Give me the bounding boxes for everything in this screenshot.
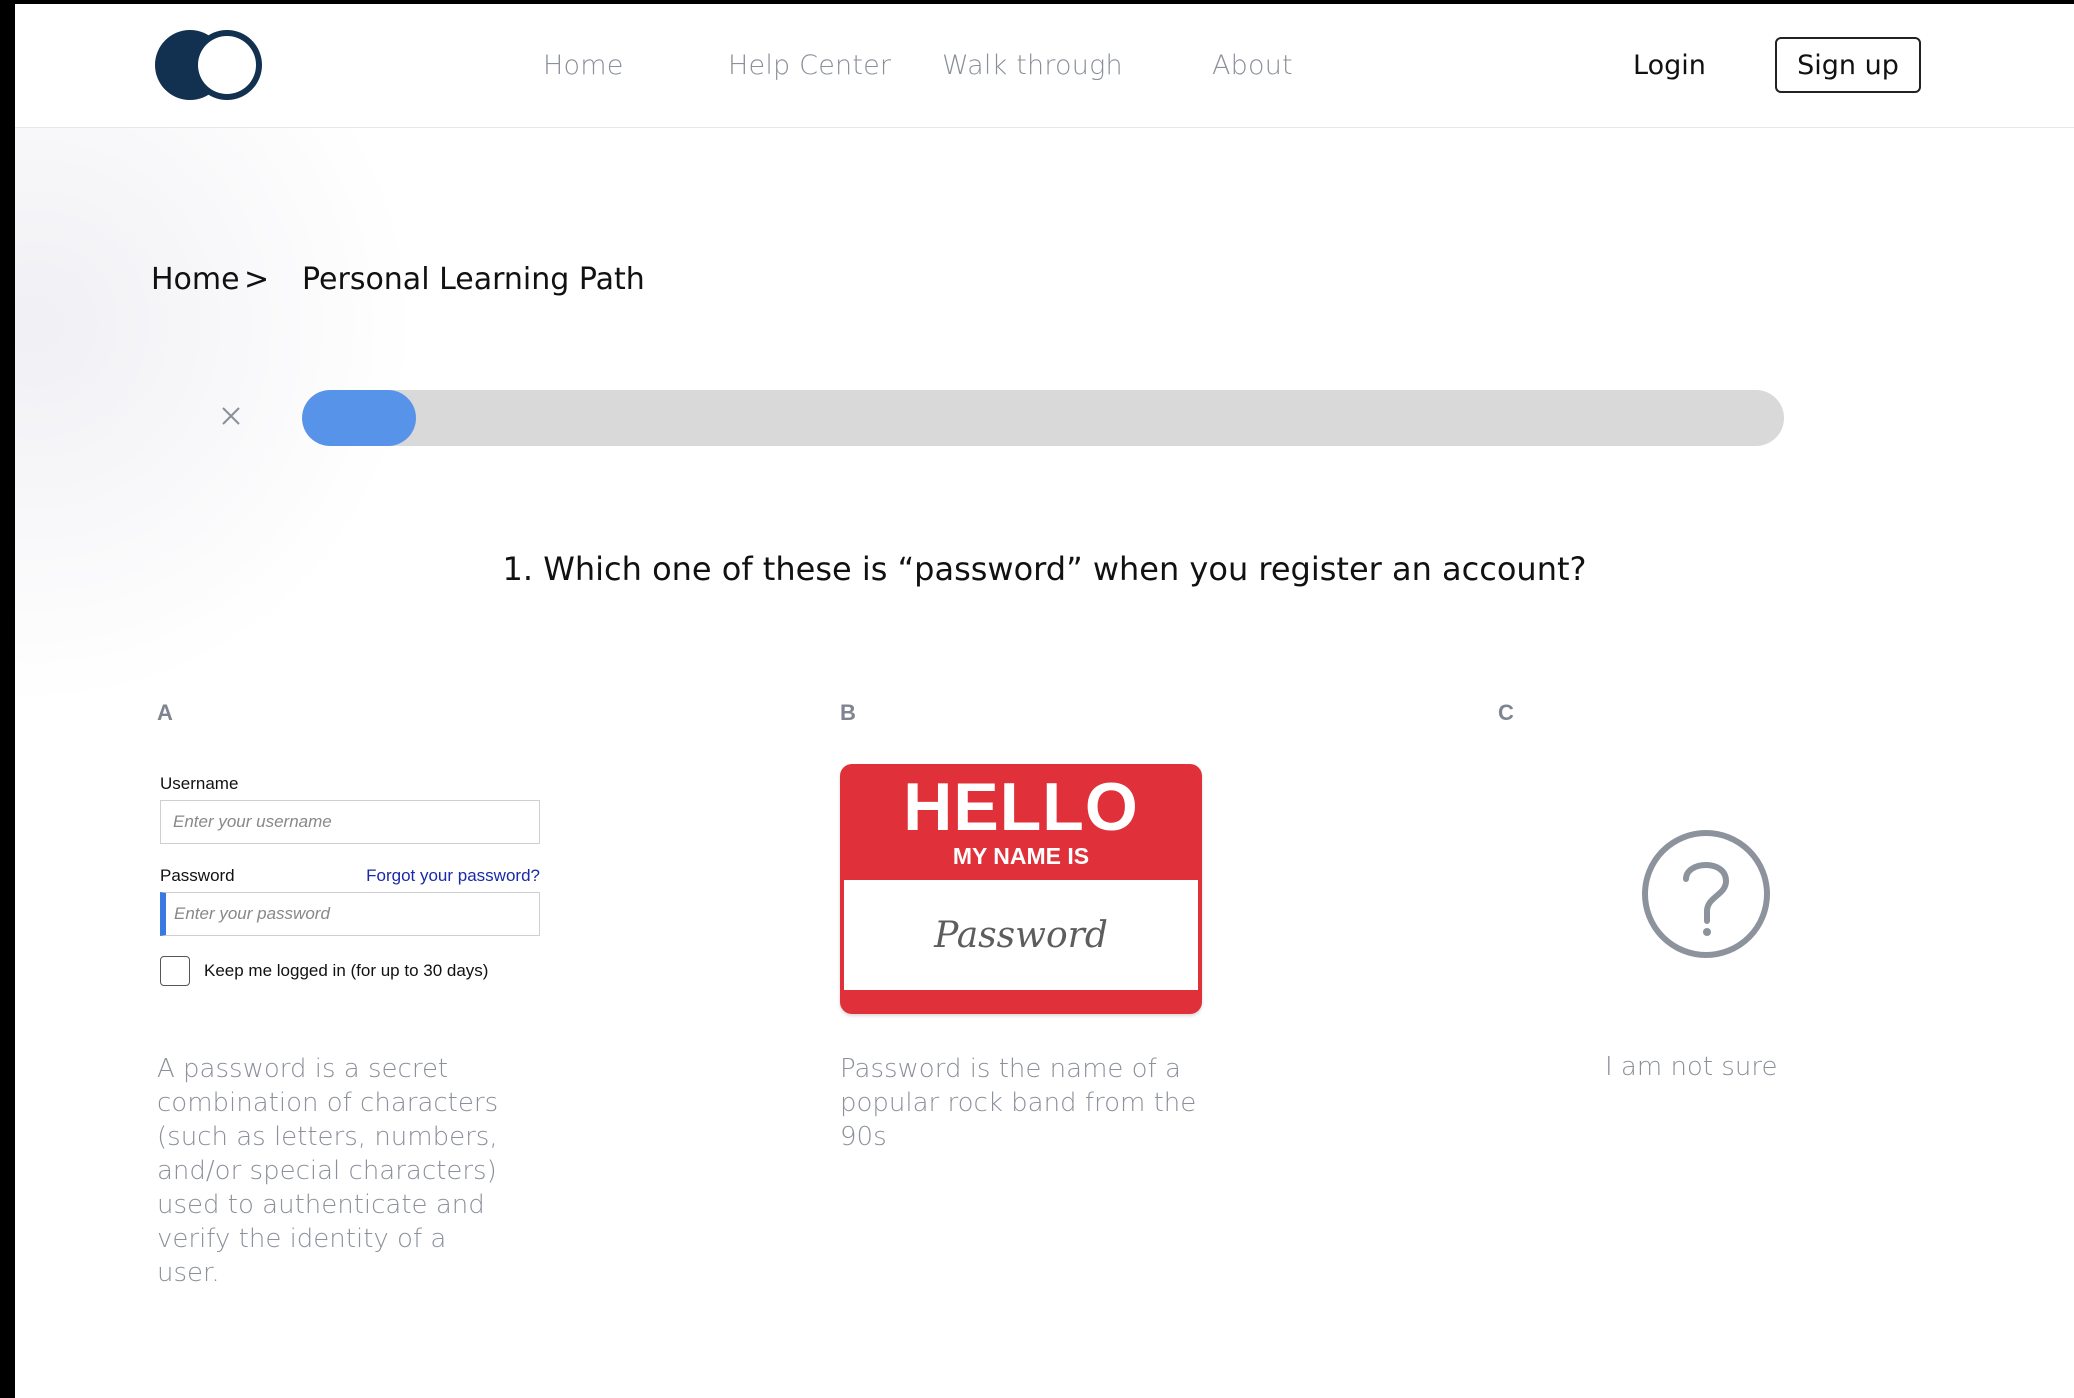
option-b-description: Password is the name of a popular rock b… xyxy=(840,1054,1197,1152)
nav-walk-through[interactable]: Walk through xyxy=(942,50,1123,81)
mock-keep-row: Keep me logged in (for up to 30 days) xyxy=(160,956,540,986)
logo-icon[interactable] xyxy=(153,28,265,102)
close-icon[interactable] xyxy=(219,404,243,428)
option-b-image[interactable]: HELLO MY NAME IS Password xyxy=(840,764,1202,1014)
option-a-letter: A xyxy=(157,700,173,725)
progress-bar xyxy=(302,390,1784,446)
tag-name-area: Password xyxy=(844,880,1198,990)
tag-hello: HELLO xyxy=(903,769,1139,845)
option-a-image[interactable]: Username Enter your username Password Fo… xyxy=(160,774,540,986)
mock-username-input: Enter your username xyxy=(160,800,540,844)
question-mark-icon[interactable] xyxy=(1641,829,1771,959)
question-text: 1. Which one of these is “password” when… xyxy=(502,550,1587,588)
breadcrumb-current: Personal Learning Path xyxy=(302,262,645,297)
nav-help-center[interactable]: Help Center xyxy=(728,50,891,81)
signup-button[interactable]: Sign up xyxy=(1775,37,1921,93)
top-nav: Home Help Center Walk through About Logi… xyxy=(15,4,2074,128)
breadcrumb-separator: > xyxy=(244,262,270,297)
tag-my-name-is: MY NAME IS xyxy=(952,843,1090,869)
mock-password-row: Password Forgot your password? xyxy=(160,866,540,886)
mock-keep-label: Keep me logged in (for up to 30 days) xyxy=(204,961,489,980)
mock-password-label: Password xyxy=(160,866,235,885)
nav-about[interactable]: About xyxy=(1212,50,1293,81)
option-a-description: A password is a secret combination of ch… xyxy=(157,1054,499,1288)
option-c-letter: C xyxy=(1498,700,1514,725)
breadcrumb-home[interactable]: Home xyxy=(151,262,240,297)
mock-checkbox xyxy=(160,956,190,986)
mock-username-label: Username xyxy=(160,774,239,793)
mock-forgot-link: Forgot your password? xyxy=(366,866,540,885)
option-b-letter: B xyxy=(840,700,856,725)
login-link[interactable]: Login xyxy=(1633,50,1706,81)
mock-password-input: Enter your password xyxy=(160,892,540,936)
tag-name: Password xyxy=(934,914,1108,956)
option-c-description: I am not sure xyxy=(1605,1052,1778,1082)
nav-home[interactable]: Home xyxy=(543,50,624,81)
progress-fill xyxy=(302,390,417,446)
page: Home Help Center Walk through About Logi… xyxy=(15,4,2074,1398)
